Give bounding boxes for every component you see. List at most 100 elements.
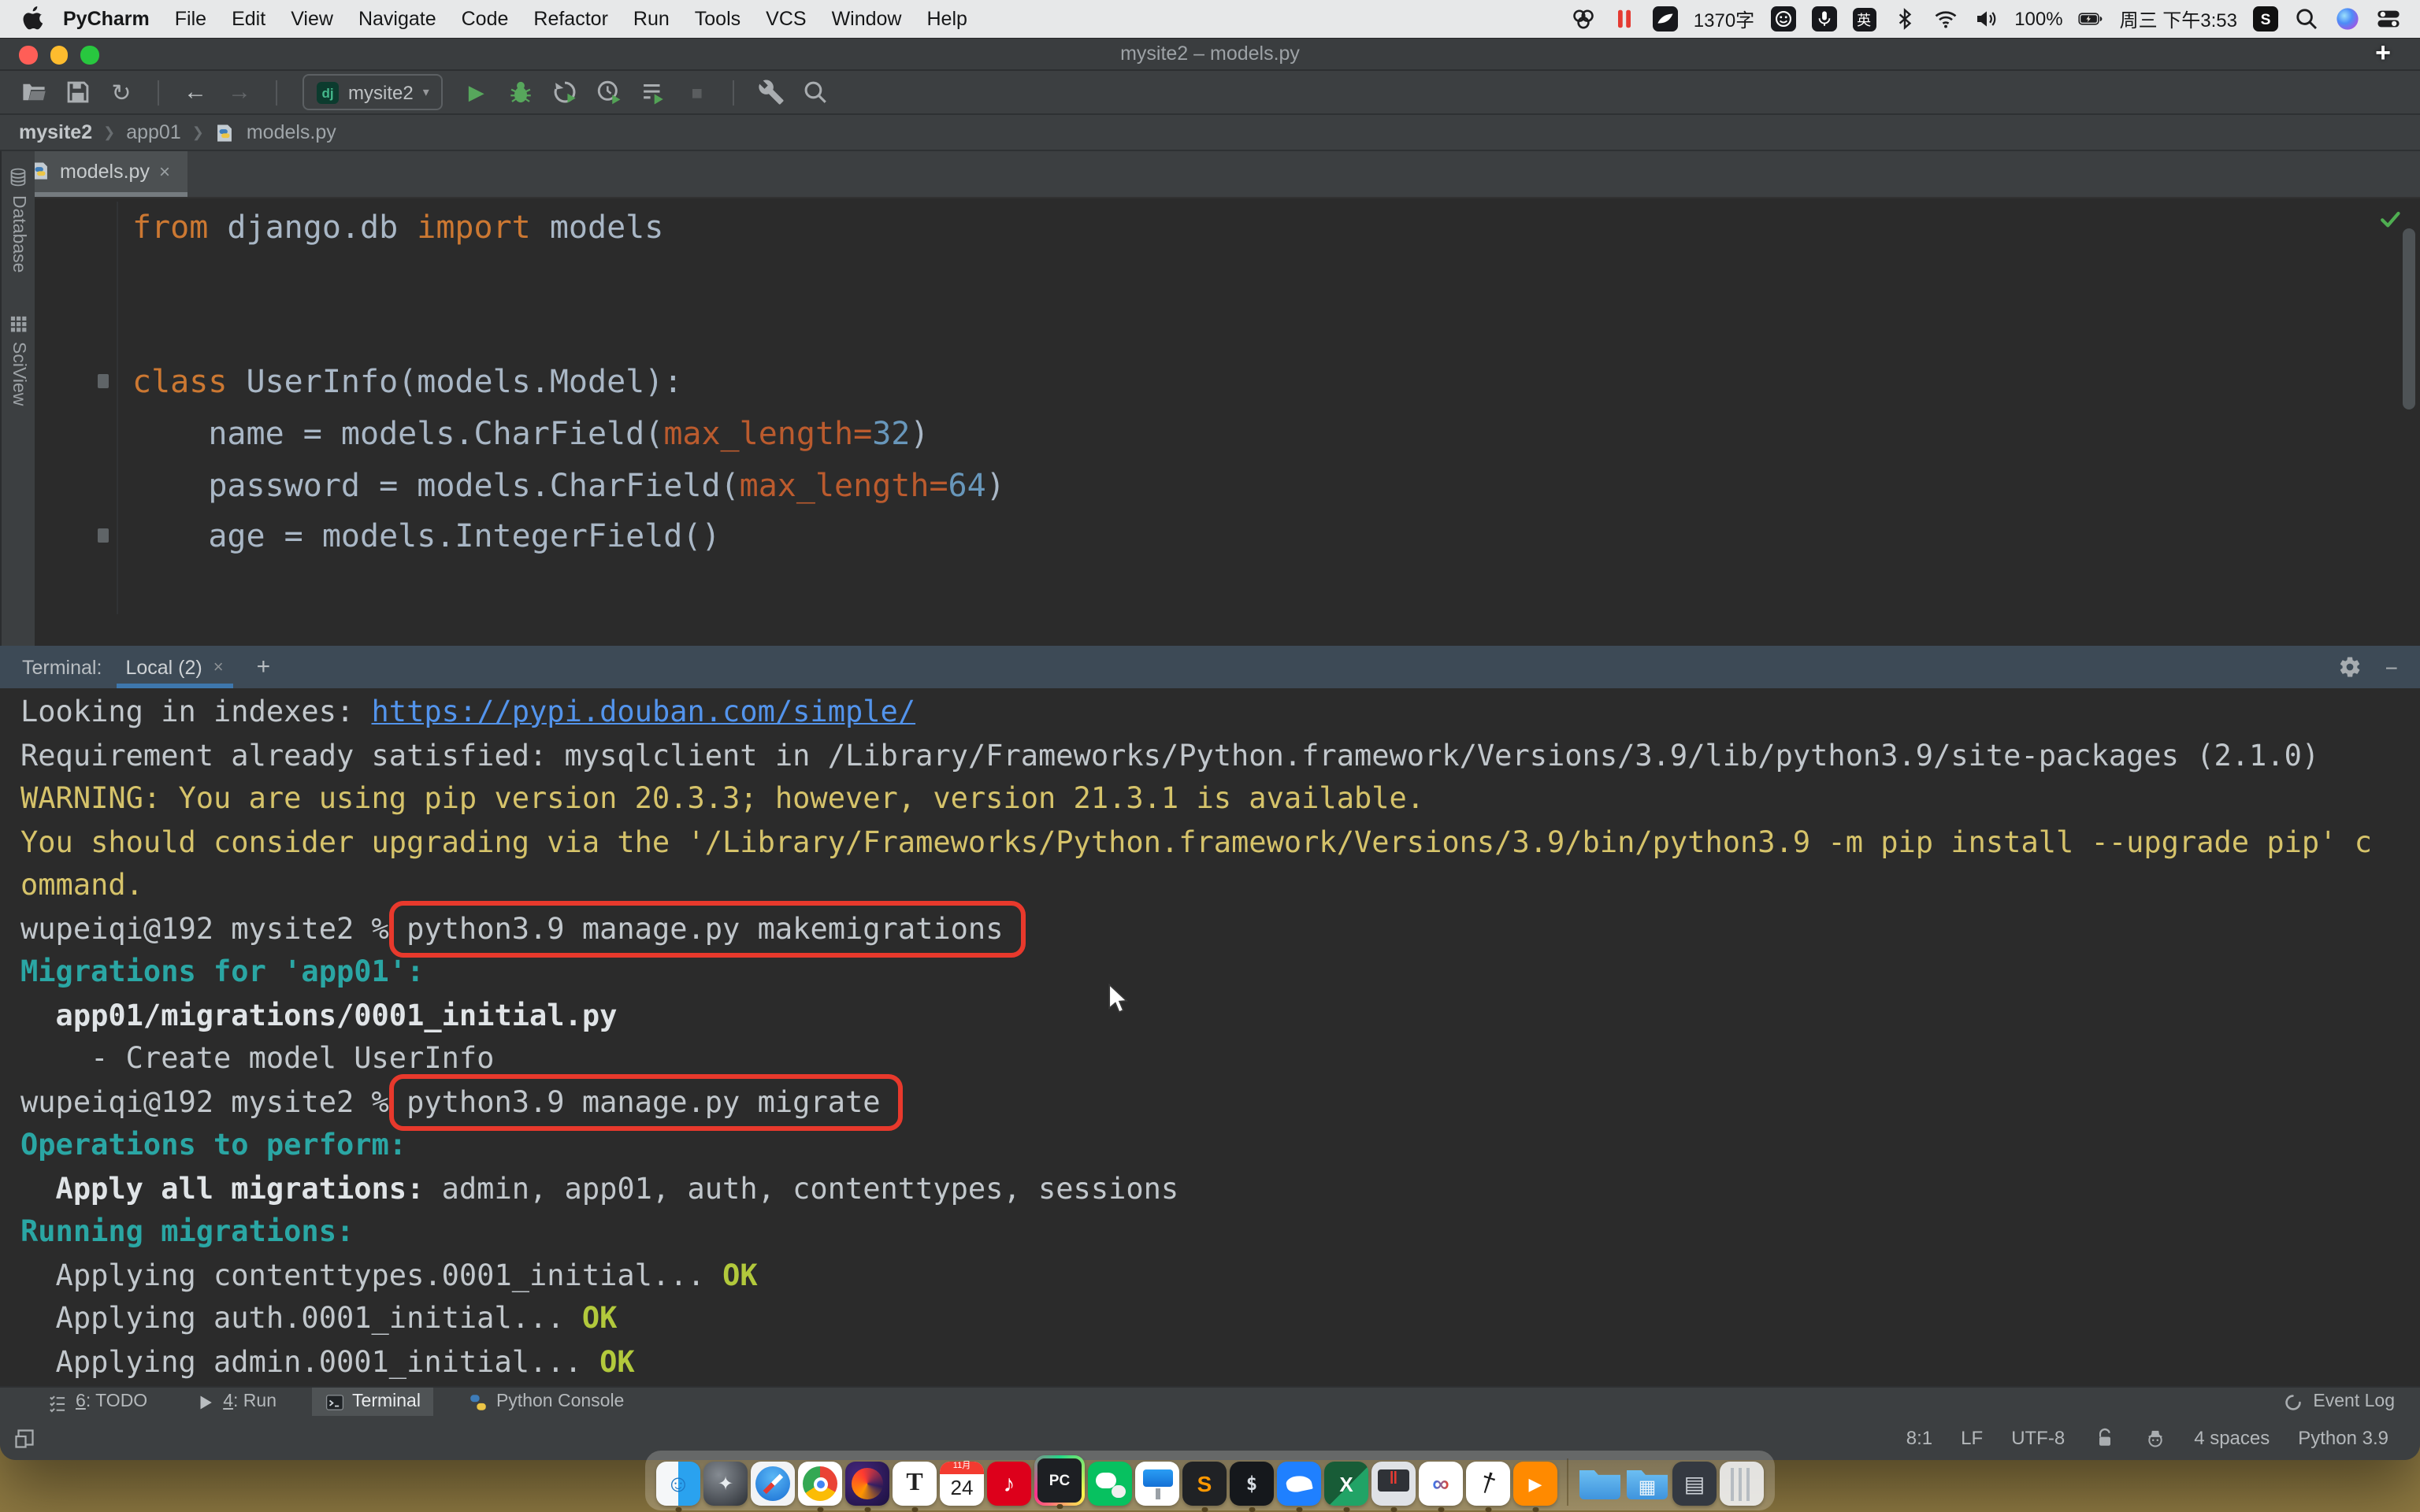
tab-models-py[interactable]: models.py × [13,151,187,197]
status-utf-8[interactable]: UTF-8 [2011,1427,2065,1449]
dock-dingtalk[interactable] [1277,1462,1321,1506]
menu-item-code[interactable]: Code [462,8,509,30]
dock-infinity-app[interactable] [1419,1462,1463,1506]
run-with-coverage-button[interactable] [547,75,582,109]
menu-item-help[interactable]: Help [927,8,967,30]
status-lf[interactable]: LF [1961,1427,1983,1449]
tool-window-button-terminal[interactable]: Terminal [311,1388,433,1416]
apple-menu-icon[interactable] [22,6,44,32]
menu-item-run[interactable]: Run [633,8,670,30]
volume-icon[interactable] [1973,6,1999,32]
search-menu-icon[interactable] [2294,6,2319,32]
plus-icon[interactable]: + [2371,43,2395,66]
tool-button-database[interactable]: Database [8,167,28,272]
dock-safari[interactable] [751,1462,795,1506]
breadcrumb-item-models.py[interactable]: models.py [247,121,336,143]
dock-pen-app[interactable] [1466,1462,1510,1506]
tool-button-sciview[interactable]: SciView [8,313,28,406]
input-method-badge[interactable]: 英 [1852,7,1876,31]
hide-tool-windows-icon[interactable] [13,1426,36,1450]
menu-status-text[interactable]: 1370字 [1694,6,1754,32]
bluetooth-icon[interactable] [1891,6,1917,32]
control-center-icon[interactable] [2376,6,2401,32]
fold-marker-icon[interactable] [98,375,109,389]
status-4-spaces[interactable]: 4 spaces [2194,1427,2270,1449]
emoji-icon[interactable] [1770,6,1795,32]
menu-item-file[interactable]: File [175,8,206,30]
dock-netease-music[interactable] [987,1462,1031,1506]
hide-panel-icon[interactable]: − [2385,654,2398,680]
menu-item-window[interactable]: Window [832,8,902,30]
mic-icon[interactable] [1811,6,1836,32]
dock-wechat[interactable] [1088,1462,1132,1506]
editor-scrollbar[interactable] [2403,228,2415,410]
title-bar[interactable]: mysite2 – models.py + [0,38,2420,71]
wing-icon[interactable] [1653,6,1678,32]
dock-video-app[interactable] [1513,1462,1557,1506]
tool-window-button-6-todo[interactable]: 6: TODO [35,1388,160,1416]
tool-window-button-4-run[interactable]: 4: Run [182,1388,289,1416]
status-8-1[interactable]: 8:1 [1906,1427,1932,1449]
dock-excel[interactable] [1324,1462,1368,1506]
debug-button[interactable] [503,75,538,109]
dock-stacks[interactable] [1672,1462,1717,1506]
record-icon[interactable] [1612,6,1637,32]
dock-firefox[interactable] [845,1462,889,1506]
dock-folder-downloads[interactable] [1578,1462,1622,1506]
close-icon[interactable]: × [213,658,224,676]
menu-item-navigate[interactable]: Navigate [358,8,436,30]
rings-icon[interactable] [1571,6,1596,32]
breadcrumb-item-mysite2[interactable]: mysite2 [19,121,92,143]
forward-icon[interactable]: → [222,75,257,109]
terminal-tab-local[interactable]: Local (2) × [121,646,228,688]
close-window-button[interactable] [19,46,37,64]
sogou-icon[interactable]: S [2253,6,2278,32]
zoom-window-button[interactable] [80,46,98,64]
open-icon[interactable] [16,75,50,109]
stop-button[interactable]: ■ [680,75,714,109]
menu-item-tools[interactable]: Tools [695,8,740,30]
minimize-window-button[interactable] [50,46,68,64]
back-icon[interactable]: ← [178,75,213,109]
close-icon[interactable]: × [159,160,170,182]
dock-launchpad[interactable] [703,1462,748,1506]
run-with-button[interactable] [636,75,670,109]
battery-icon[interactable] [2079,6,2104,32]
dock-remote-desktop[interactable] [1371,1462,1416,1506]
fold-marker-icon[interactable] [98,529,109,543]
menu-item-pycharm[interactable]: PyCharm [63,8,150,30]
dock-sublime-text[interactable] [1182,1462,1227,1506]
menu-status-text[interactable]: 周三 下午3:53 [2120,6,2237,32]
run-configuration-select[interactable]: dj mysite2 ▾ [302,74,444,110]
gear-icon[interactable] [2338,655,2362,679]
breadcrumb-item-app01[interactable]: app01 [126,121,181,143]
dock-iterm[interactable] [1230,1462,1274,1506]
dock-trash[interactable] [1720,1462,1764,1506]
menu-item-refactor[interactable]: Refactor [533,8,608,30]
search-everywhere-icon[interactable] [798,75,833,109]
dock-pycharm[interactable] [1034,1455,1085,1506]
new-terminal-session-icon[interactable]: + [257,654,271,680]
menu-item-edit[interactable]: Edit [232,8,265,30]
dock-finder[interactable] [656,1462,700,1506]
dock-keynote[interactable] [1135,1462,1179,1506]
menu-item-vcs[interactable]: VCS [766,8,806,30]
lock-icon[interactable] [2093,1427,2115,1449]
run-button[interactable]: ▶ [459,75,494,109]
inspections-profile-icon[interactable] [2143,1427,2166,1449]
dock-chrome[interactable] [798,1462,842,1506]
siri-icon[interactable] [2335,6,2360,32]
tool-window-button-python-console[interactable]: Python Console [455,1388,637,1416]
dock-folder-windows[interactable] [1625,1462,1669,1506]
dock-typora[interactable] [893,1462,937,1506]
wrench-icon[interactable] [754,75,789,109]
event-log-button[interactable]: Event Log [2283,1392,2420,1412]
menu-item-view[interactable]: View [291,8,333,30]
wifi-icon[interactable] [1932,6,1958,32]
status-python-3-9[interactable]: Python 3.9 [2298,1427,2388,1449]
terminal-output[interactable]: Looking in indexes: https://pypi.douban.… [0,688,2420,1386]
save-all-icon[interactable] [60,75,95,109]
sync-icon[interactable]: ↻ [104,75,139,109]
profiler-button[interactable] [592,75,626,109]
menu-status-text[interactable]: 100% [2014,8,2062,30]
